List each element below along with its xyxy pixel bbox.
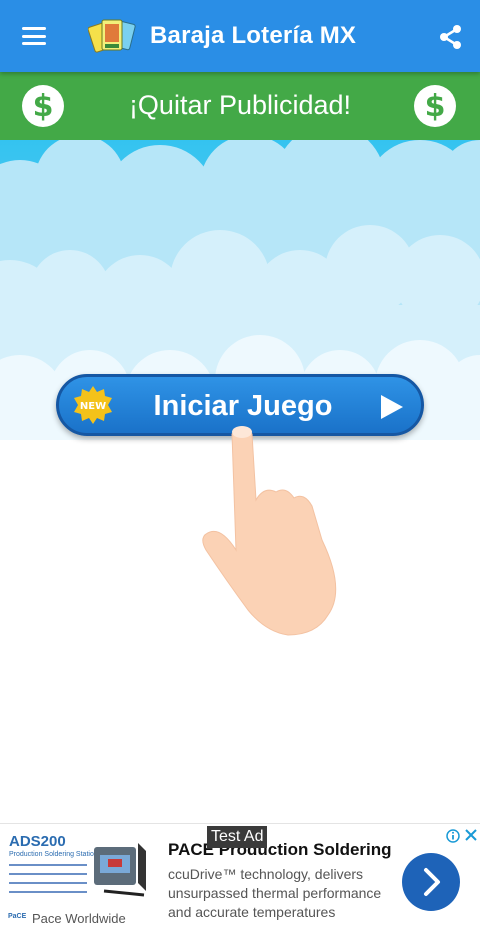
ad-image-brand: ADS200: [9, 833, 66, 850]
info-icon[interactable]: [446, 829, 460, 843]
play-icon: [381, 395, 403, 419]
ad-body: ccuDrive™ technology, delivers unsurpass…: [168, 866, 382, 920]
ad-advertiser: Pace Worldwide: [32, 911, 126, 926]
share-icon[interactable]: [438, 24, 464, 50]
ad-headline: PACE Production Soldering: [168, 840, 392, 859]
pace-logo: PaCE: [8, 913, 27, 920]
remove-ads-banner[interactable]: $ ¡Quitar Publicidad! $: [0, 72, 480, 140]
ad-open-button[interactable]: [402, 853, 460, 911]
app-bar: Baraja Lotería MX: [0, 0, 480, 72]
soldering-station-image: [94, 843, 146, 897]
test-ad-label: Test Ad: [207, 826, 268, 848]
ad-image-subtitle: Production Soldering Station: [9, 851, 98, 858]
ad-banner[interactable]: ADS200 Production Soldering Station PaCE…: [0, 823, 480, 935]
hamburger-menu-icon[interactable]: [22, 27, 46, 45]
app-logo: [88, 19, 136, 53]
pointing-hand-illustration: [202, 426, 337, 636]
close-icon[interactable]: [465, 829, 477, 841]
start-game-label: Iniciar Juego: [153, 390, 333, 422]
ad-image-feature-lines: [9, 864, 89, 900]
chevron-right-icon: [424, 868, 440, 896]
ad-image: ADS200 Production Soldering Station PaCE…: [0, 824, 155, 935]
remove-ads-label: ¡Quitar Publicidad!: [128, 90, 352, 120]
app-title: Baraja Lotería MX: [150, 22, 357, 49]
dollar-icon: $: [414, 85, 456, 127]
